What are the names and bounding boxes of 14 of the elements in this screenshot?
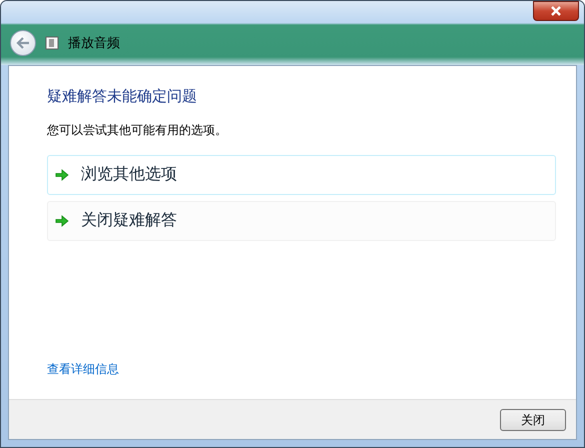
close-icon — [550, 6, 562, 16]
heading: 疑难解答未能确定问题 — [47, 87, 198, 107]
description: 您可以尝试其他可能有用的选项。 — [47, 122, 228, 139]
back-arrow-icon — [16, 37, 30, 49]
window-title: 播放音频 — [68, 34, 120, 52]
details-link[interactable]: 查看详细信息 — [47, 362, 119, 376]
close-dialog-button[interactable]: 关闭 — [500, 408, 566, 430]
option-link[interactable]: 浏览其他选项 — [47, 155, 556, 195]
back-button[interactable] — [10, 30, 36, 56]
arrow-icon — [55, 215, 69, 227]
option-link[interactable]: 关闭疑难解答 — [47, 201, 556, 241]
arrow-icon — [55, 169, 69, 181]
document-icon — [44, 35, 60, 51]
close-button[interactable] — [533, 1, 579, 21]
